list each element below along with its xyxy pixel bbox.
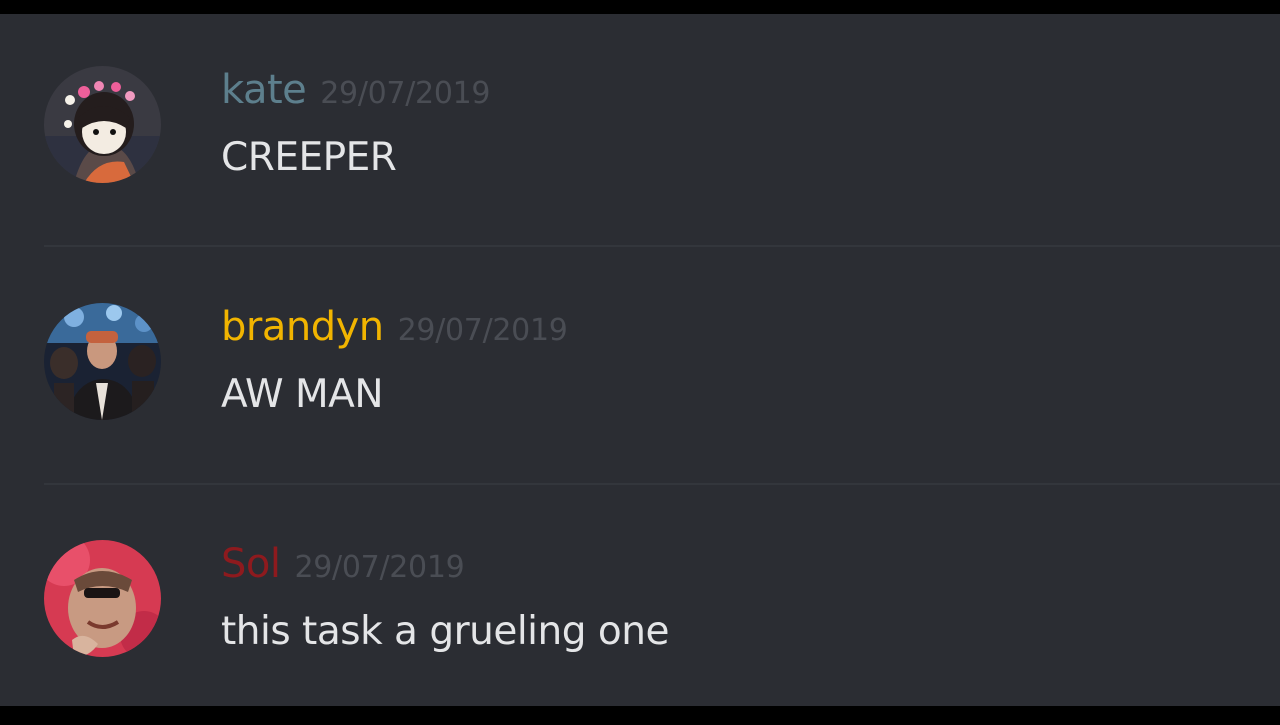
letterbox-top [0, 0, 1280, 14]
timestamp: 29/07/2019 [294, 550, 465, 585]
letterbox-bottom [0, 706, 1280, 720]
message-text: AW MAN [221, 372, 384, 417]
timestamp: 29/07/2019 [320, 76, 491, 111]
chat-message: kate 29/07/2019 CREEPER [0, 14, 1280, 251]
message-header: kate 29/07/2019 [221, 70, 490, 110]
message-divider [44, 245, 1280, 247]
avatar[interactable] [44, 303, 161, 420]
avatar[interactable] [44, 540, 161, 657]
avatar[interactable] [44, 66, 161, 183]
message-text: CREEPER [221, 135, 397, 180]
red-face-avatar-image [44, 540, 161, 657]
username[interactable]: brandyn [221, 304, 384, 350]
chat-message: Sol 29/07/2019 this task a grueling one [0, 488, 1280, 725]
message-text: this task a grueling one [221, 609, 669, 654]
chat-message-list[interactable]: kate 29/07/2019 CREEPER brandyn 29/07/20… [0, 14, 1280, 706]
username[interactable]: kate [221, 67, 307, 113]
message-divider [44, 483, 1280, 485]
chat-message: brandyn 29/07/2019 AW MAN [0, 251, 1280, 488]
timestamp: 29/07/2019 [397, 313, 568, 348]
username[interactable]: Sol [221, 541, 281, 587]
group-photo-avatar-image [44, 303, 161, 420]
message-header: brandyn 29/07/2019 [221, 307, 568, 347]
message-header: Sol 29/07/2019 [221, 541, 465, 587]
anime-girl-avatar-image [44, 66, 161, 183]
